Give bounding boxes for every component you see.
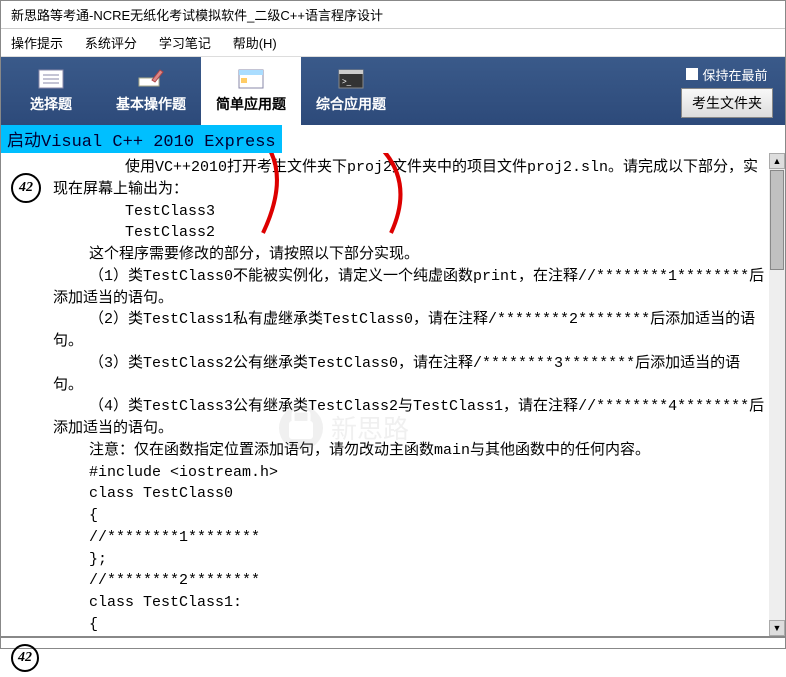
vertical-scrollbar[interactable]: ▲ ▼ xyxy=(769,153,785,636)
tab-label: 综合应用题 xyxy=(316,94,386,114)
svg-text:>_: >_ xyxy=(342,77,352,86)
footer: 42 xyxy=(1,636,785,677)
keep-front-checkbox[interactable]: 保持在最前 xyxy=(686,65,767,84)
launch-bar-row: 启动Visual C++ 2010 Express xyxy=(1,125,785,153)
window-icon xyxy=(237,68,265,90)
tab-label: 选择题 xyxy=(30,94,72,114)
question-code: #include <iostream.h> class TestClass0 {… xyxy=(53,462,765,637)
tab-choice-questions[interactable]: 选择题 xyxy=(1,57,101,125)
edit-icon xyxy=(137,68,165,90)
scroll-down-button[interactable]: ▼ xyxy=(769,620,785,636)
list-icon xyxy=(37,68,65,90)
tab-label: 基本操作题 xyxy=(116,94,186,114)
question-text: 使用VC++2010打开考生文件夹下proj2文件夹中的项目文件proj2.sl… xyxy=(53,157,765,462)
tab-basic-operation[interactable]: 基本操作题 xyxy=(101,57,201,125)
tab-comprehensive-application[interactable]: >_ 综合应用题 xyxy=(301,57,401,125)
scroll-thumb[interactable] xyxy=(770,170,784,270)
menu-item[interactable]: 帮助(H) xyxy=(233,36,277,51)
menu-item[interactable]: 学习笔记 xyxy=(159,36,211,51)
tab-simple-application[interactable]: 简单应用题 xyxy=(201,57,301,125)
terminal-icon: >_ xyxy=(337,68,365,90)
menu-item[interactable]: 操作提示 xyxy=(11,36,63,51)
launch-vc-button[interactable]: 启动Visual C++ 2010 Express xyxy=(1,125,282,153)
checkbox-icon xyxy=(686,68,698,80)
toolbar: 选择题 基本操作题 简单应用题 >_ 综合应用题 保持在最前 考生文件夹 xyxy=(1,57,785,125)
window-titlebar: 新思路等考通-NCRE无纸化考试模拟软件_二级C++语言程序设计 xyxy=(1,1,785,29)
question-number-badge: 42 xyxy=(11,173,41,203)
content-area: 42 新思路 使用VC++2010打开考生文件夹下proj2文件夹中的项目文件p… xyxy=(1,153,785,636)
tab-label: 简单应用题 xyxy=(216,94,286,114)
menubar: 操作提示 系统评分 学习笔记 帮助(H) xyxy=(1,29,785,57)
examinee-folder-button[interactable]: 考生文件夹 xyxy=(681,88,773,118)
window-title: 新思路等考通-NCRE无纸化考试模拟软件_二级C++语言程序设计 xyxy=(11,8,383,23)
footer-question-number[interactable]: 42 xyxy=(11,644,39,672)
question-content[interactable]: 使用VC++2010打开考生文件夹下proj2文件夹中的项目文件proj2.sl… xyxy=(1,153,785,636)
keep-front-label: 保持在最前 xyxy=(702,65,767,84)
scroll-up-button[interactable]: ▲ xyxy=(769,153,785,169)
menu-item[interactable]: 系统评分 xyxy=(85,36,137,51)
